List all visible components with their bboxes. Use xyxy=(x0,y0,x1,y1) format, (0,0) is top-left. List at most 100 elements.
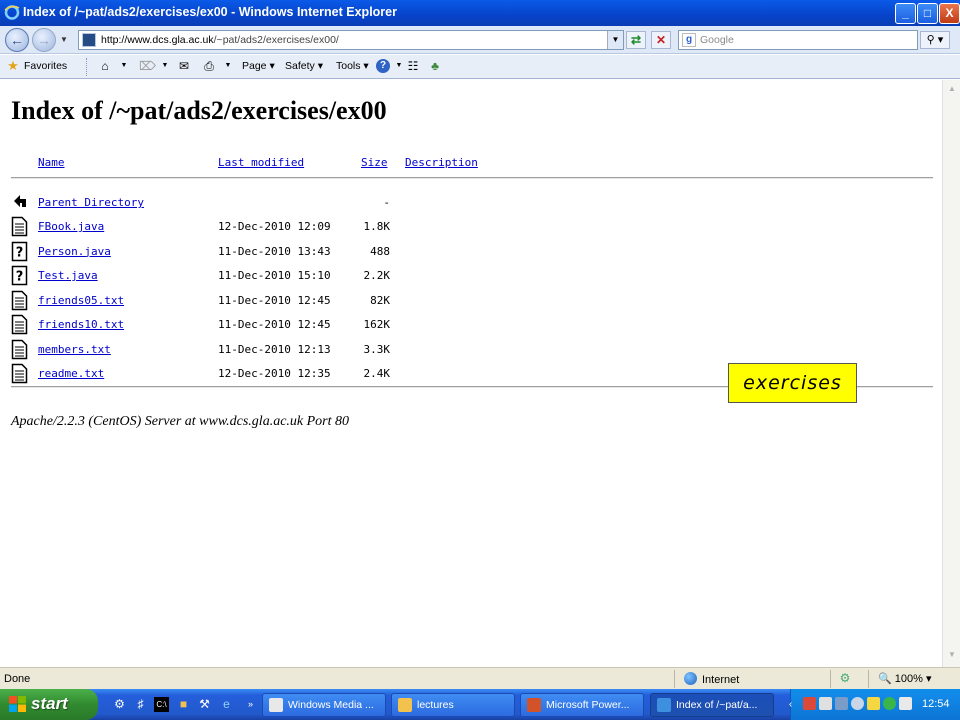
read-mail-icon[interactable]: ✉ xyxy=(177,59,191,73)
windows-flag-icon xyxy=(9,696,26,712)
taskbar-button[interactable]: Index of /~pat/a... xyxy=(650,693,774,717)
status-divider xyxy=(830,670,831,688)
taskbar-button[interactable]: Microsoft Power... xyxy=(520,693,644,717)
folder-icon[interactable]: ■ xyxy=(176,697,191,712)
file-size: 162K xyxy=(363,318,391,331)
safety-menu[interactable]: Safety ▾ xyxy=(285,60,323,72)
file-row: members.txt 11-Dec-2010 12:13 3.3K xyxy=(0,339,942,365)
recent-pages-dropdown-icon[interactable]: ▼ xyxy=(60,35,68,44)
column-header-last-modified[interactable]: Last modified xyxy=(218,156,304,169)
search-box[interactable]: g Google xyxy=(678,30,918,50)
command-bar: ★ Favorites ⌂ ▼ ⌦ ▼ ✉ ⎙ ▼ Page ▾ Safety … xyxy=(0,55,960,79)
status-bar: Done Internet ⚙ 🔍 100% ▾ xyxy=(0,667,960,689)
file-row: ? Person.java 11-Dec-2010 13:43 488 xyxy=(0,241,942,267)
file-link[interactable]: readme.txt xyxy=(38,367,104,380)
home-dropdown-icon[interactable]: ▼ xyxy=(117,59,131,73)
file-date: 11-Dec-2010 12:13 xyxy=(218,342,331,356)
taskbar-app-icon xyxy=(269,698,283,712)
protected-mode-icon[interactable]: ⚙ xyxy=(838,671,852,685)
parent-directory-link[interactable]: Parent Directory xyxy=(38,196,144,209)
text-file-icon xyxy=(11,339,28,359)
column-header-size[interactable]: Size xyxy=(361,156,388,169)
google-icon: g xyxy=(682,33,696,47)
header-divider xyxy=(11,177,933,179)
scroll-down-arrow-icon[interactable]: ▼ xyxy=(946,650,958,662)
page-menu[interactable]: Page ▾ xyxy=(242,60,275,72)
forward-button[interactable]: → xyxy=(32,28,56,52)
file-link[interactable]: FBook.java xyxy=(38,220,104,233)
quicklaunch-expand-icon[interactable]: » xyxy=(243,697,258,712)
network-icon[interactable] xyxy=(835,697,848,710)
server-signature: Apache/2.2.3 (CentOS) Server at www.dcs.… xyxy=(11,414,350,429)
feeds-icon[interactable]: ⌦ xyxy=(139,59,156,73)
file-size: - xyxy=(383,196,390,209)
text-file-icon xyxy=(11,314,28,335)
ie-quicklaunch-icon[interactable]: e xyxy=(219,697,234,712)
text-file-icon xyxy=(11,290,28,310)
column-header-name[interactable]: Name xyxy=(38,156,65,169)
refresh-button[interactable]: ⇄ xyxy=(626,31,646,49)
search-button[interactable]: ⚲ ▾ xyxy=(920,31,950,49)
page-title: Index of /~pat/ads2/exercises/ex00 xyxy=(11,96,387,125)
file-date: 11-Dec-2010 12:45 xyxy=(218,293,331,307)
tray-alert-icon[interactable] xyxy=(867,697,880,710)
minimize-button[interactable]: _ xyxy=(895,3,916,24)
quicklaunch-app-icon[interactable]: ⚒ xyxy=(197,697,212,712)
quicklaunch-app-icon[interactable]: ♯ xyxy=(133,697,148,712)
messenger-icon[interactable]: ♣ xyxy=(428,59,442,73)
favorites-button[interactable]: Favorites xyxy=(24,60,67,72)
tray-app-icon[interactable] xyxy=(851,697,864,710)
file-link[interactable]: friends10.txt xyxy=(38,318,124,331)
file-date: 12-Dec-2010 12:09 xyxy=(218,220,331,233)
tray-app-icon[interactable] xyxy=(803,697,816,710)
help-icon[interactable]: ? xyxy=(376,59,390,73)
site-favicon-icon xyxy=(82,33,96,47)
start-button[interactable]: start xyxy=(0,689,98,720)
print-dropdown-icon[interactable]: ▼ xyxy=(221,59,235,73)
taskbar-button[interactable]: lectures xyxy=(391,693,515,717)
search-placeholder: Google xyxy=(700,34,734,46)
taskbar-button-label: Microsoft Power... xyxy=(546,699,630,711)
tray-app-icon[interactable] xyxy=(883,697,896,710)
vertical-scrollbar[interactable]: ▲ ▼ xyxy=(942,80,960,667)
file-date: 11-Dec-2010 15:10 xyxy=(218,269,331,282)
tools-menu[interactable]: Tools ▾ xyxy=(336,60,369,72)
file-link[interactable]: friends05.txt xyxy=(38,294,124,307)
file-link[interactable]: Test.java xyxy=(38,269,98,282)
file-size: 2.2K xyxy=(363,269,391,282)
file-date: 11-Dec-2010 13:43 xyxy=(218,244,331,258)
command-prompt-icon[interactable]: C:\ xyxy=(154,697,169,712)
file-link[interactable]: members.txt xyxy=(38,343,111,356)
scroll-up-arrow-icon[interactable]: ▲ xyxy=(946,84,958,96)
print-icon[interactable]: ⎙ xyxy=(202,59,216,73)
back-arrow-icon xyxy=(14,195,26,207)
taskbar-button[interactable]: Windows Media ... xyxy=(262,693,386,717)
window-title: Index of /~pat/ads2/exercises/ex00 - Win… xyxy=(23,5,397,19)
exercises-callout: exercises xyxy=(728,363,857,403)
file-size: 2.4K xyxy=(363,367,391,380)
file-link[interactable]: Person.java xyxy=(38,245,111,258)
research-icon[interactable]: ☷ xyxy=(406,59,420,73)
volume-icon[interactable] xyxy=(899,697,912,710)
address-url[interactable]: http://www.dcs.gla.ac.uk/~pat/ads2/exerc… xyxy=(101,34,339,46)
file-row: FBook.java 12-Dec-2010 12:09 1.8K xyxy=(0,216,942,242)
feeds-dropdown-icon[interactable]: ▼ xyxy=(158,59,172,73)
zoom-level[interactable]: 🔍 100% ▾ xyxy=(878,672,931,685)
tray-app-icon[interactable] xyxy=(819,697,832,710)
favorites-star-icon[interactable]: ★ xyxy=(6,59,20,73)
stop-button[interactable]: ✕ xyxy=(651,31,671,49)
column-header-description[interactable]: Description xyxy=(405,156,478,169)
close-button[interactable]: X xyxy=(939,3,960,24)
taskbar-app-icon xyxy=(527,698,541,712)
maximize-button[interactable]: □ xyxy=(917,3,938,24)
tray-collapse-icon[interactable]: ‹ xyxy=(783,697,798,712)
clock: 12:54 xyxy=(922,698,950,710)
status-text: Done xyxy=(4,673,31,685)
address-dropdown-icon[interactable]: ▼ xyxy=(607,31,623,49)
quicklaunch-app-icon[interactable]: ⚙ xyxy=(112,697,127,712)
help-dropdown-icon[interactable]: ▼ xyxy=(392,59,406,73)
unknown-file-icon: ? xyxy=(11,265,28,286)
address-bar[interactable]: http://www.dcs.gla.ac.uk/~pat/ads2/exerc… xyxy=(78,30,624,50)
home-icon[interactable]: ⌂ xyxy=(98,59,112,73)
back-button[interactable]: ← xyxy=(5,28,29,52)
